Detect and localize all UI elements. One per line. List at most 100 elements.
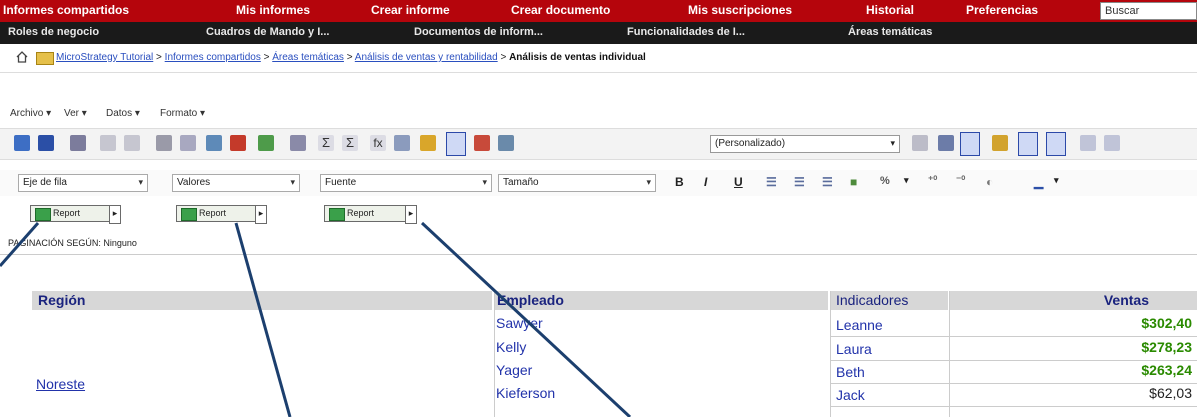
breadcrumb-link-tutorial[interactable]: MicroStrategy Tutorial [56, 52, 153, 63]
graph-icon[interactable] [474, 135, 490, 151]
line-color-icon[interactable]: ▁ [1034, 175, 1043, 189]
table-row-sales: $62,03 [1149, 385, 1192, 401]
nav-item-shared-reports[interactable]: Informes compartidos [3, 3, 129, 17]
link-icon[interactable] [992, 135, 1008, 151]
format-bar: Eje de fila ▾ Valores ▾ Fuente ▾ Tamaño ▾ B … [0, 170, 1197, 196]
report-icon [35, 208, 51, 221]
panel-icon[interactable] [1080, 135, 1096, 151]
table-row-employee[interactable]: Yager [496, 362, 532, 378]
font-select[interactable]: Fuente ▾ [320, 174, 492, 192]
export-icon[interactable] [206, 135, 222, 151]
report-button-1[interactable]: Report ▸ [30, 205, 121, 224]
underline-button[interactable]: U [734, 175, 743, 189]
size-select[interactable]: Tamaño ▾ [498, 174, 656, 192]
undo-icon[interactable] [100, 135, 116, 151]
align-center-icon[interactable]: ☰ [794, 175, 805, 189]
table-row-first-name: Jack [836, 387, 865, 403]
table-row-employee[interactable]: Kieferson [496, 385, 555, 401]
grid-graph-icon[interactable] [498, 135, 514, 151]
currency-icon[interactable]: ■ [850, 175, 857, 189]
nav-item-create-document[interactable]: Crear documento [511, 3, 610, 17]
report-dropdown-1[interactable]: ▸ [109, 205, 121, 224]
page-by-button[interactable] [1018, 132, 1038, 156]
nav-item-dashboards[interactable]: Cuadros de Mando y I... [206, 26, 329, 38]
grid-view-icon[interactable] [14, 135, 30, 151]
row-divider [830, 360, 1197, 361]
filter-icon[interactable] [290, 135, 306, 151]
outline-icon[interactable] [912, 135, 928, 151]
axis-select[interactable]: Eje de fila ▾ [18, 174, 148, 192]
nav-item-subscriptions[interactable]: Mis suscripciones [688, 3, 792, 17]
print-icon[interactable] [70, 135, 86, 151]
icon-toolbar: Σ Σ fx (Personalizado) ▾ [0, 128, 1197, 160]
panel-2-icon[interactable] [1104, 135, 1120, 151]
menu-view[interactable]: Ver ▾ [64, 108, 87, 119]
report-button-2[interactable]: Report ▸ [176, 205, 267, 224]
line-color-dropdown-icon[interactable]: ▾ [1054, 175, 1059, 186]
excel-icon[interactable] [258, 135, 274, 151]
nav-item-create-report[interactable]: Crear informe [371, 3, 450, 17]
divider [0, 254, 1197, 255]
menu-file[interactable]: Archivo ▾ [10, 108, 51, 119]
report-dropdown-2[interactable]: ▸ [255, 205, 267, 224]
thresholds-button[interactable] [960, 132, 980, 156]
grid-divider [949, 291, 950, 417]
subtotals-icon[interactable] [938, 135, 954, 151]
region-link-northeast[interactable]: Noreste [36, 376, 85, 392]
table-row-employee[interactable]: Sawyer [496, 315, 543, 331]
style-dropdown[interactable]: (Personalizado) ▾ [710, 135, 900, 153]
pivot-icon[interactable] [420, 135, 436, 151]
redo-icon[interactable] [124, 135, 140, 151]
subtotal-icon[interactable]: Σ [342, 135, 358, 151]
table-row-sales: $278,23 [1141, 339, 1192, 355]
report-dropdown-3[interactable]: ▸ [405, 205, 417, 224]
table-row-employee[interactable]: Kelly [496, 339, 526, 355]
paste-icon[interactable] [180, 135, 196, 151]
report-icon [329, 208, 345, 221]
nav-item-my-reports[interactable]: Mis informes [236, 3, 310, 17]
table-row-first-name: Leanne [836, 317, 883, 333]
row-divider [830, 336, 1197, 337]
callout-line-2 [234, 222, 292, 417]
fill-color-icon[interactable]: ◐ [986, 175, 993, 189]
decrease-decimal-icon[interactable]: ⁻⁰ [956, 175, 965, 186]
breadcrumb-link-sales-analysis[interactable]: Análisis de ventas y rentabilidad [355, 52, 498, 63]
formula-icon[interactable]: fx [370, 135, 386, 151]
nav-item-business-roles[interactable]: Roles de negocio [8, 26, 99, 38]
nav-item-functionalities[interactable]: Funcionalidades de I... [627, 26, 745, 38]
folder-icon [36, 52, 54, 65]
page-by-label: PAGINACIÓN SEGÚN: Ninguno [8, 238, 137, 248]
report-button-3[interactable]: Report ▸ [324, 205, 417, 224]
save-icon[interactable] [38, 135, 54, 151]
breadcrumb-link-shared-reports[interactable]: Informes compartidos [165, 52, 261, 63]
menu-data[interactable]: Datos ▾ [106, 108, 140, 119]
bold-button[interactable]: B [675, 175, 684, 189]
object-browser-button[interactable] [1046, 132, 1066, 156]
grid-divider [830, 291, 831, 417]
menu-bar: Archivo ▾ Ver ▾ Datos ▾ Formato ▾ [0, 105, 1197, 125]
pdf-icon[interactable] [230, 135, 246, 151]
copy-icon[interactable] [156, 135, 172, 151]
values-select[interactable]: Valores ▾ [172, 174, 300, 192]
sum-icon[interactable]: Σ [318, 135, 334, 151]
metrics-header: Indicadores [830, 291, 948, 310]
menu-format[interactable]: Formato ▾ [160, 108, 205, 119]
grid-mode-button[interactable] [446, 132, 466, 156]
nav-item-subject-areas[interactable]: Áreas temáticas [848, 26, 932, 38]
home-icon[interactable] [16, 51, 28, 63]
comma-dropdown-icon[interactable]: ▾ [904, 175, 909, 186]
row-divider [830, 406, 1197, 407]
percent-button[interactable]: % [880, 175, 890, 187]
search-input[interactable]: Buscar [1100, 2, 1197, 20]
breadcrumb-link-subject-areas[interactable]: Áreas temáticas [272, 52, 344, 63]
nav-item-report-documents[interactable]: Documentos de inform... [414, 26, 543, 38]
nav-item-history[interactable]: Historial [866, 3, 914, 17]
sort-icon[interactable] [394, 135, 410, 151]
increase-decimal-icon[interactable]: ⁺⁰ [928, 175, 937, 186]
align-right-icon[interactable]: ☰ [822, 175, 833, 189]
align-left-icon[interactable]: ☰ [766, 175, 777, 189]
table-row-sales: $263,24 [1141, 362, 1192, 378]
grid-divider [494, 291, 495, 417]
nav-item-preferences[interactable]: Preferencias [966, 3, 1038, 17]
italic-button[interactable]: I [704, 175, 707, 189]
